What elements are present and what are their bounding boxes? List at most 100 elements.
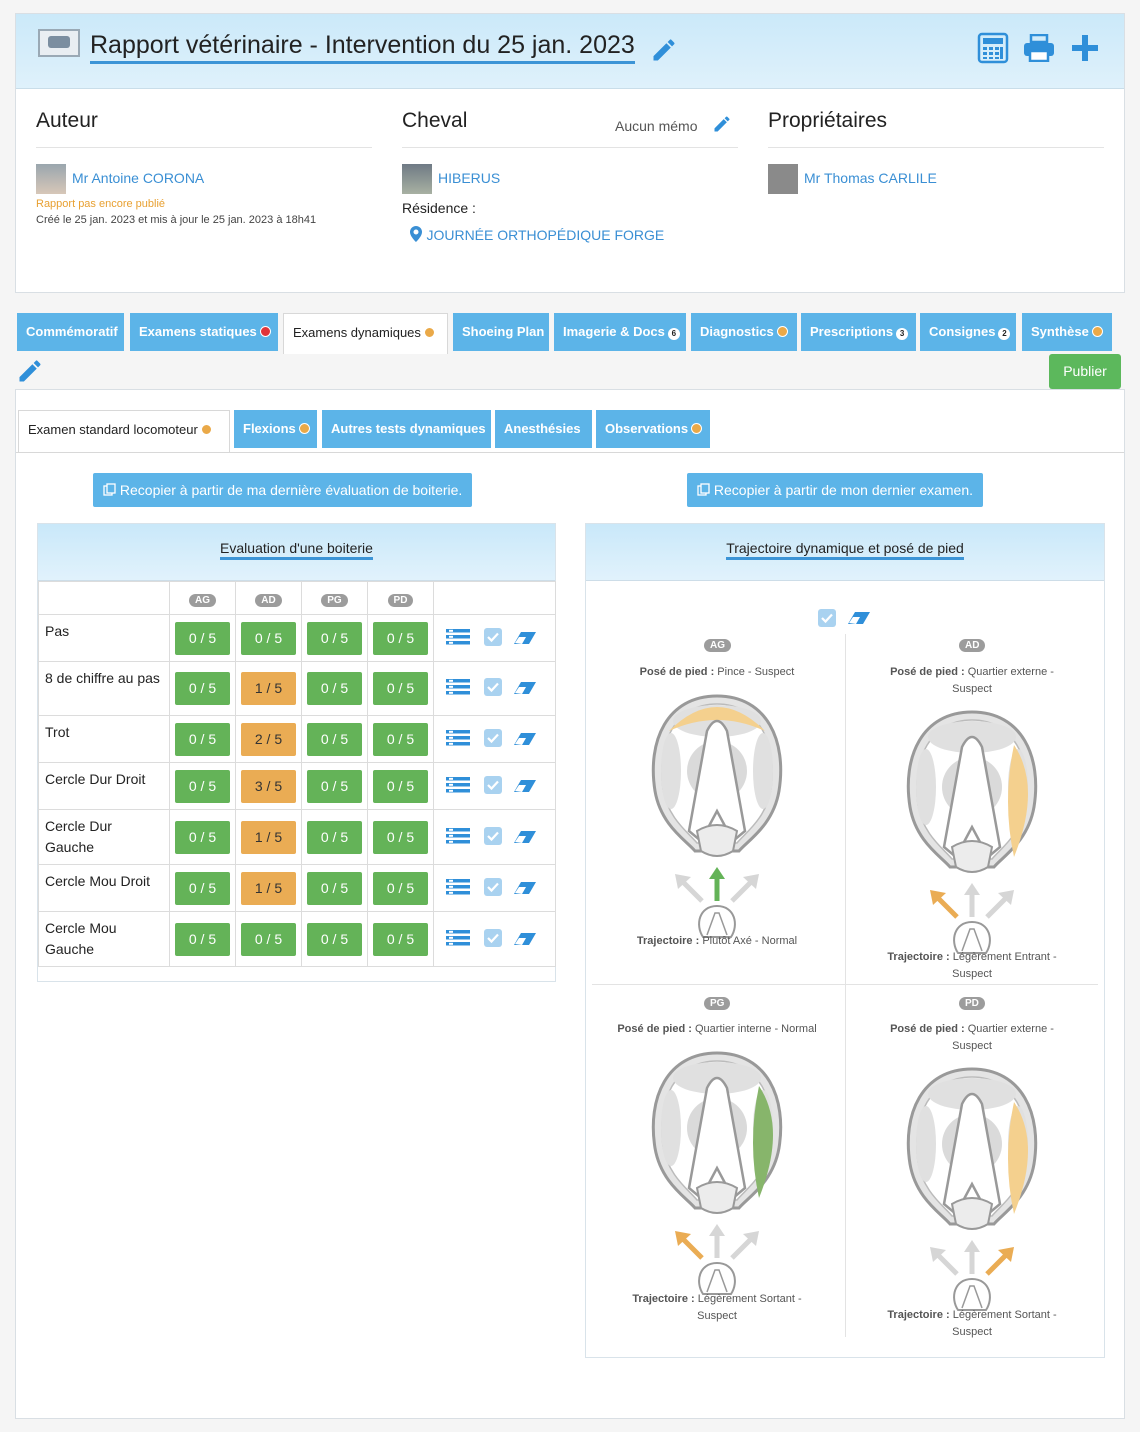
horse-section: Cheval Aucun mémo HIBERUS Résidence : JO…	[402, 89, 738, 245]
tab-consignes[interactable]: Consignes 2	[920, 313, 1016, 351]
score-button[interactable]: 1 / 5	[241, 871, 296, 905]
author-link[interactable]: Mr Antoine CORONA	[72, 170, 204, 186]
score-button[interactable]: 0 / 5	[373, 769, 428, 803]
details-icon[interactable]	[446, 827, 470, 848]
eraser-icon[interactable]	[514, 830, 538, 848]
eraser-icon[interactable]	[514, 682, 538, 699]
score-button[interactable]: 0 / 5	[373, 820, 428, 854]
score-button[interactable]: 0 / 5	[307, 769, 362, 803]
score-button[interactable]: 3 / 5	[241, 769, 296, 803]
subtab-autres-tests[interactable]: Autres tests dynamiques	[322, 410, 491, 448]
subtab-anesthesies[interactable]: Anesthésies	[495, 410, 592, 448]
score-button[interactable]: 0 / 5	[175, 769, 230, 803]
memo-edit-icon[interactable]	[712, 114, 732, 139]
score-button[interactable]: 0 / 5	[241, 621, 296, 655]
subtab-examen-standard[interactable]: Examen standard locomoteur	[18, 410, 230, 452]
gait-label: Pas	[38, 614, 170, 662]
score-button[interactable]: 0 / 5	[175, 621, 230, 655]
eraser-icon[interactable]	[514, 732, 538, 750]
tab-prescriptions[interactable]: Prescriptions 3	[801, 313, 916, 351]
score-button[interactable]: 0 / 5	[175, 820, 230, 854]
subtab-flexions[interactable]: Flexions	[234, 410, 317, 448]
print-icon[interactable]	[1023, 33, 1055, 67]
tab-imagerie-docs[interactable]: Imagerie & Docs 6	[554, 313, 686, 351]
score-button[interactable]: 1 / 5	[241, 820, 296, 854]
status-dot	[200, 424, 212, 435]
eraser-icon[interactable]	[514, 881, 538, 899]
lameness-row: Pas 0 / 50 / 50 / 50 / 5	[38, 614, 556, 662]
row-actions	[433, 614, 556, 662]
calculator-icon[interactable]	[977, 32, 1009, 69]
gait-label: Trot	[38, 715, 170, 763]
subtab-observations[interactable]: Observations	[596, 410, 710, 448]
lameness-title: Evaluation d'une boiterie	[220, 540, 373, 560]
score-button[interactable]: 1 / 5	[241, 672, 296, 705]
score-button[interactable]: 2 / 5	[241, 722, 296, 756]
score-cell: 0 / 5	[169, 911, 236, 967]
details-icon[interactable]	[446, 729, 470, 750]
tab-shoeing-plan[interactable]: Shoeing Plan	[453, 313, 549, 351]
score-button[interactable]: 0 / 5	[373, 871, 428, 905]
tab-examens-statiques[interactable]: Examens statiques	[130, 313, 278, 351]
hoof-diagram[interactable]	[902, 1064, 1042, 1324]
check-icon[interactable]	[484, 627, 502, 649]
tab-examens-dynamiques[interactable]: Examens dynamiques	[283, 313, 448, 354]
score-button[interactable]: 0 / 5	[307, 922, 362, 956]
hoof-diagram[interactable]	[902, 707, 1042, 967]
details-icon[interactable]	[446, 628, 470, 649]
details-icon[interactable]	[446, 878, 470, 899]
edit-title-icon[interactable]	[650, 36, 678, 69]
score-button[interactable]: 0 / 5	[307, 820, 362, 854]
check-all-icon[interactable]	[818, 609, 836, 632]
horse-avatar	[402, 164, 432, 194]
column-header: PG	[321, 593, 348, 607]
publish-button[interactable]: Publier	[1049, 354, 1121, 389]
row-actions	[433, 864, 556, 912]
score-button[interactable]: 0 / 5	[175, 871, 230, 905]
score-cell: 0 / 5	[235, 911, 302, 967]
details-icon[interactable]	[446, 679, 470, 699]
pose-value: Quartier interne - Normal	[694, 1023, 817, 1035]
score-button[interactable]: 0 / 5	[175, 722, 230, 756]
details-icon[interactable]	[446, 776, 470, 797]
eraser-icon[interactable]	[514, 631, 538, 649]
trajectory-title: Trajectoire dynamique et posé de pied	[726, 540, 964, 560]
tab-commemoratif[interactable]: Commémoratif	[17, 313, 124, 351]
score-button[interactable]: 0 / 5	[175, 672, 230, 705]
score-button[interactable]: 0 / 5	[175, 922, 230, 956]
eraser-all-icon[interactable]	[848, 610, 872, 631]
row-actions	[433, 911, 556, 967]
check-icon[interactable]	[484, 928, 502, 950]
score-button[interactable]: 0 / 5	[373, 922, 428, 956]
add-icon[interactable]	[1071, 34, 1099, 67]
score-button[interactable]: 0 / 5	[307, 722, 362, 756]
hoof-diagram[interactable]	[647, 691, 787, 951]
horse-link[interactable]: HIBERUS	[438, 170, 500, 186]
score-button[interactable]: 0 / 5	[307, 871, 362, 905]
hoof-diagram[interactable]	[647, 1048, 787, 1308]
score-button[interactable]: 0 / 5	[241, 922, 296, 956]
check-icon[interactable]	[484, 775, 502, 797]
score-button[interactable]: 0 / 5	[307, 672, 362, 705]
details-icon[interactable]	[446, 929, 470, 950]
residence-link[interactable]: JOURNÉE ORTHOPÉDIQUE FORGE	[426, 227, 664, 243]
check-icon[interactable]	[484, 877, 502, 899]
edit-section-icon[interactable]	[16, 357, 44, 390]
subtab-label: Observations	[605, 421, 689, 436]
eraser-icon[interactable]	[514, 932, 538, 950]
score-button[interactable]: 0 / 5	[307, 621, 362, 655]
check-icon[interactable]	[484, 678, 502, 699]
check-icon[interactable]	[484, 826, 502, 848]
check-icon[interactable]	[484, 728, 502, 750]
gait-label: Cercle Dur Droit	[38, 762, 170, 810]
count-badge: 3	[896, 328, 909, 340]
score-button[interactable]: 0 / 5	[373, 672, 428, 705]
eraser-icon[interactable]	[514, 779, 538, 797]
tab-synthese[interactable]: Synthèse	[1022, 313, 1112, 351]
owner-link[interactable]: Mr Thomas CARLILE	[804, 170, 937, 186]
score-button[interactable]: 0 / 5	[373, 621, 428, 655]
tab-diagnostics[interactable]: Diagnostics	[691, 313, 797, 351]
score-button[interactable]: 0 / 5	[373, 722, 428, 756]
copy-lameness-button[interactable]: Recopier à partir de ma dernière évaluat…	[93, 473, 473, 507]
copy-exam-button[interactable]: Recopier à partir de mon dernier examen.	[687, 473, 984, 507]
